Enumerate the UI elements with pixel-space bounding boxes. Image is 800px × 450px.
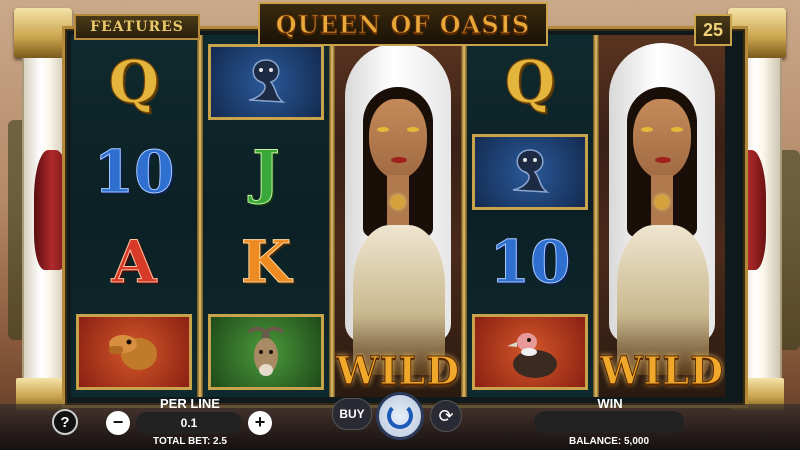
symbol-cobra [467,127,593,217]
help-button[interactable]: ? [52,409,78,435]
buy-label: BUY [339,407,365,421]
autoplay-icon: ⟳ [438,405,454,426]
spin-icon [387,403,413,429]
reel-3: WILD [335,35,461,397]
game-title-text: QUEEN OF OASIS [275,9,531,39]
decrease-bet-button[interactable]: − [106,411,130,435]
vulture-icon [507,333,557,378]
ibex-icon [247,326,285,376]
symbol-cobra [203,37,329,127]
symbol-q: Q [504,48,556,116]
total-bet: TOTAL BET: 2.5 [153,436,227,447]
cobra-icon [248,59,286,103]
queen-wild-symbol: WILD [599,35,725,397]
cobra-icon [512,149,550,193]
game-title: QUEEN OF OASIS [258,2,548,46]
wild-label: WILD [599,348,725,394]
spin-button[interactable] [376,392,424,440]
autoplay-button[interactable]: ⟳ [430,400,462,432]
help-icon: ? [60,413,70,431]
reel-frame: Q 10 A J K WILD Q 10 WILD [62,26,748,408]
paylines-count: 25 [702,19,724,40]
symbol-j: J [252,138,280,206]
paylines-badge: 25 [694,14,732,46]
reel-4: Q 10 [467,35,593,397]
symbol-10: 10 [489,228,571,296]
wild-label: WILD [335,348,461,394]
buy-feature-button[interactable]: BUY [332,398,372,430]
symbol-camel [71,307,197,397]
win-label: WIN [597,396,623,411]
reel-2: J K [203,35,329,397]
balance: BALANCE: 5,000 [568,436,650,447]
symbol-a: A [111,228,157,296]
per-line-label: PER LINE [160,396,220,411]
symbol-10: 10 [93,138,175,206]
camel-icon [109,335,157,370]
increase-bet-button[interactable]: + [248,411,272,435]
win-display [534,411,684,433]
reel-5: WILD [599,35,725,397]
queen-wild-symbol: WILD [335,35,461,397]
symbol-vulture [467,307,593,397]
symbol-k: K [240,228,292,296]
symbol-ibex [203,307,329,397]
reel-1: Q 10 A [71,35,197,397]
bet-stepper: − 0.1 + [104,411,274,435]
features-label: FEATURES [90,19,184,35]
per-line-value: 0.1 [136,412,242,434]
symbol-q: Q [108,48,160,116]
features-button[interactable]: FEATURES [74,14,200,40]
